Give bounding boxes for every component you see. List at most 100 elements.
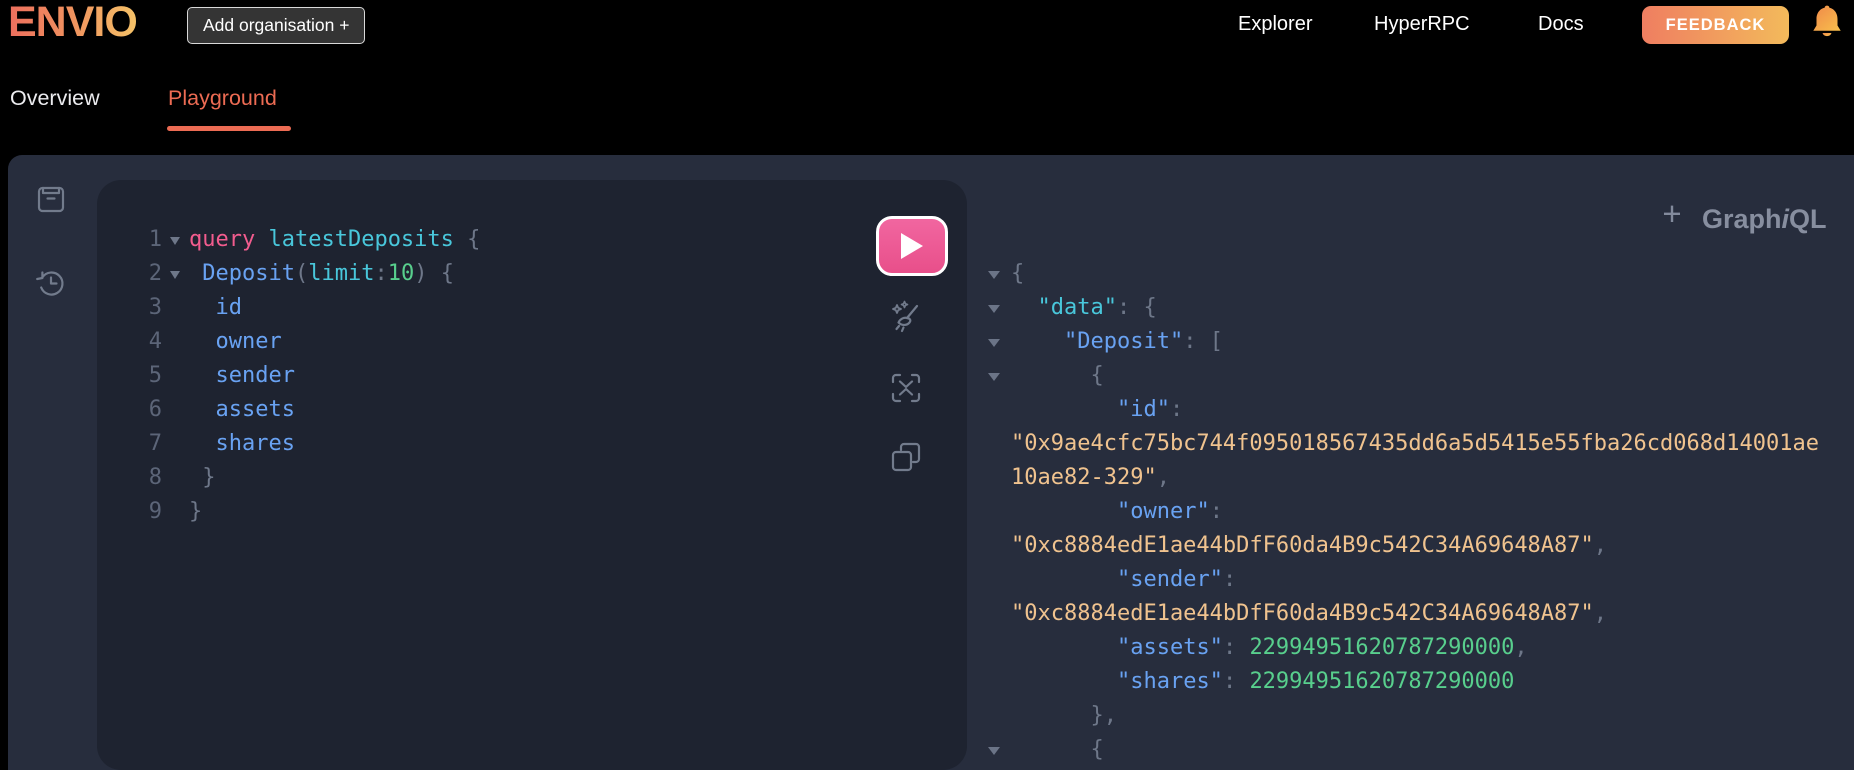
editor-code-line: 1 query latestDeposits { bbox=[140, 223, 840, 257]
code-token: 10ae82-329" bbox=[1011, 465, 1157, 490]
feedback-button[interactable]: FEEDBACK bbox=[1642, 6, 1789, 44]
code-token: "Deposit" bbox=[1063, 329, 1184, 354]
prettify-icon[interactable] bbox=[887, 299, 923, 342]
editor-code-line: 3 id bbox=[140, 291, 840, 325]
code-token: "0xc8884edE1ae44bDfF60da4B9c542C34A69648… bbox=[1011, 533, 1594, 558]
add-organisation-button[interactable]: Add organisation + bbox=[187, 7, 366, 44]
code-text: { bbox=[1011, 733, 1103, 767]
graphiql-logo-part: i bbox=[1781, 204, 1790, 234]
code-token: 10 bbox=[387, 261, 415, 286]
code-token: "owner" bbox=[1116, 499, 1210, 524]
docs-icon[interactable] bbox=[36, 183, 66, 220]
code-token: : bbox=[1169, 397, 1184, 422]
code-token: : bbox=[1222, 669, 1250, 694]
fold-arrow-icon[interactable] bbox=[986, 733, 1011, 767]
response-code-line: "sender": bbox=[967, 563, 1854, 597]
code-token: , bbox=[1156, 465, 1170, 490]
line-number: 7 bbox=[148, 431, 162, 456]
editor-code-line: 8 } bbox=[140, 461, 840, 495]
code-token: }, bbox=[1011, 703, 1117, 728]
response-code-line: { bbox=[967, 257, 1854, 291]
code-text: "owner": bbox=[1011, 495, 1223, 529]
graphiql-logo-part: QL bbox=[1789, 204, 1827, 234]
tab-playground[interactable]: Playground bbox=[168, 86, 277, 111]
fold-arrow-icon[interactable] bbox=[986, 359, 1011, 393]
line-number: 6 bbox=[148, 397, 162, 422]
add-tab-icon[interactable]: + bbox=[1655, 197, 1689, 233]
code-token: ( bbox=[294, 261, 309, 286]
copy-query-icon[interactable] bbox=[890, 441, 922, 478]
line-number: 3 bbox=[148, 295, 162, 320]
envio-logo[interactable]: ENVIO bbox=[8, 0, 138, 47]
response-code-line: "shares": 22994951620787290000 bbox=[967, 665, 1854, 699]
nav-link-docs[interactable]: Docs bbox=[1538, 13, 1584, 36]
query-editor-lines[interactable]: 1 query latestDeposits {2 Deposit(limit:1… bbox=[140, 223, 840, 529]
response-code-line: "Deposit": [ bbox=[967, 325, 1854, 359]
code-token: "0xc8884edE1ae44bDfF60da4B9c542C34A69648… bbox=[1011, 601, 1594, 626]
code-token: 22994951620787290000 bbox=[1249, 669, 1515, 694]
fold-arrow-icon[interactable] bbox=[162, 223, 189, 257]
code-text: "data": { bbox=[1011, 291, 1157, 325]
merge-query-icon[interactable] bbox=[890, 372, 922, 409]
nav-link-hyperrpc[interactable]: HyperRPC bbox=[1374, 13, 1470, 36]
fold-arrow-icon[interactable] bbox=[986, 325, 1011, 359]
code-token: : bbox=[374, 261, 388, 286]
tab-overview[interactable]: Overview bbox=[10, 86, 100, 111]
fold-arrow-icon[interactable] bbox=[986, 257, 1011, 291]
fold-arrow-icon[interactable] bbox=[986, 291, 1011, 325]
code-token: { bbox=[1011, 261, 1025, 286]
code-token: } bbox=[189, 465, 216, 490]
code-token: "0x9ae4cfc75bc744f095018567435dd6a5d5415… bbox=[1011, 431, 1819, 456]
code-token: : bbox=[1222, 635, 1250, 660]
nav-link-explorer[interactable]: Explorer bbox=[1238, 13, 1312, 36]
code-token: : bbox=[1222, 567, 1237, 592]
code-text: 10ae82-329", bbox=[1011, 461, 1170, 495]
execute-query-button[interactable] bbox=[876, 216, 948, 276]
code-token: sender bbox=[215, 363, 295, 388]
response-code-line: 10ae82-329", bbox=[967, 461, 1854, 495]
code-token: 22994951620787290000 bbox=[1249, 635, 1515, 660]
response-lines: { "data": { "Deposit": [ { "id": "0x9ae4c… bbox=[967, 257, 1854, 767]
code-text: }, bbox=[1011, 699, 1117, 733]
play-icon bbox=[901, 233, 923, 259]
code-text: "assets": 22994951620787290000, bbox=[1011, 631, 1528, 665]
code-token: ) { bbox=[414, 261, 454, 286]
history-icon[interactable] bbox=[34, 266, 68, 305]
code-text: "id": bbox=[1011, 393, 1183, 427]
response-code-line: { bbox=[967, 733, 1854, 767]
editor-code-line: 2 Deposit(limit:10) { bbox=[140, 257, 840, 291]
code-text: Deposit(limit:10) { bbox=[189, 257, 454, 291]
bell-icon[interactable] bbox=[1809, 3, 1845, 41]
line-number: 8 bbox=[148, 465, 162, 490]
response-code-line: "data": { bbox=[967, 291, 1854, 325]
code-token: , bbox=[1514, 635, 1528, 660]
code-token: : [ bbox=[1183, 329, 1223, 354]
response-code-line: "0x9ae4cfc75bc744f095018567435dd6a5d5415… bbox=[967, 427, 1854, 461]
code-text: { bbox=[1011, 359, 1104, 393]
code-token: owner bbox=[215, 329, 282, 354]
code-token: { bbox=[1011, 363, 1104, 388]
code-text: query latestDeposits { bbox=[189, 223, 480, 257]
fold-arrow-icon[interactable] bbox=[162, 257, 189, 291]
code-text: shares bbox=[189, 427, 295, 461]
